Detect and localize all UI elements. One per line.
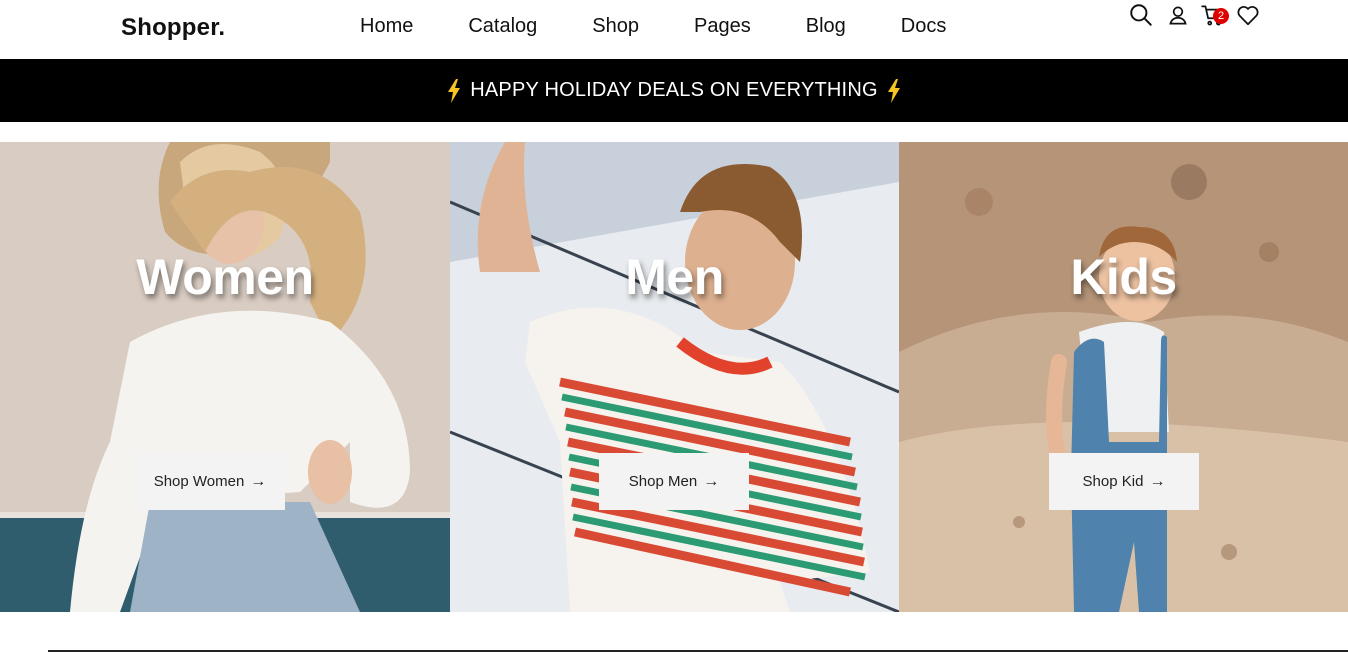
men-photo <box>450 142 899 612</box>
nav-pages[interactable]: Pages <box>694 14 751 38</box>
nav-catalog[interactable]: Catalog <box>468 14 537 38</box>
button-label: Shop Kid <box>1082 473 1144 490</box>
category-title: Men <box>625 249 724 305</box>
arrow-right-icon: → <box>1149 472 1166 490</box>
category-card-kids[interactable]: Kids Shop Kid → <box>899 142 1348 612</box>
search-icon[interactable] <box>1128 2 1154 28</box>
promo-banner: HAPPY HOLIDAY DEALS ON EVERYTHING <box>0 59 1348 122</box>
women-photo <box>0 142 450 612</box>
heart-icon[interactable] <box>1235 2 1261 28</box>
arrow-right-icon: → <box>250 472 267 490</box>
nav-shop[interactable]: Shop <box>592 14 639 38</box>
category-card-men[interactable]: Men Shop Men → <box>450 142 899 612</box>
lightning-icon <box>887 78 900 103</box>
main-nav: Home Catalog Shop Pages Blog Docs <box>360 14 946 38</box>
category-card-women[interactable]: Women Shop Women → <box>0 142 450 612</box>
nav-blog[interactable]: Blog <box>806 14 846 38</box>
category-title: Kids <box>1070 249 1177 305</box>
shop-kid-button[interactable]: Shop Kid → <box>1049 453 1199 510</box>
arrow-right-icon: → <box>703 472 720 490</box>
lightning-icon <box>448 78 461 103</box>
kids-photo <box>899 142 1348 612</box>
user-icon[interactable] <box>1165 2 1191 28</box>
brand-logo[interactable]: Shopper. <box>121 14 225 42</box>
promo-text: HAPPY HOLIDAY DEALS ON EVERYTHING <box>470 79 878 101</box>
category-grid: Women Shop Women → Men Shop Men → Kids S… <box>0 142 1348 612</box>
cart-count-badge: 2 <box>1213 8 1229 24</box>
button-label: Shop Men <box>628 473 698 490</box>
shop-women-button[interactable]: Shop Women → <box>135 453 285 510</box>
site-header: Shopper. Home Catalog Shop Pages Blog Do… <box>0 0 1348 59</box>
category-title: Women <box>136 249 314 305</box>
nav-docs[interactable]: Docs <box>901 14 947 38</box>
nav-home[interactable]: Home <box>360 14 413 38</box>
shop-men-button[interactable]: Shop Men → <box>599 453 749 510</box>
button-label: Shop Women <box>153 473 245 490</box>
